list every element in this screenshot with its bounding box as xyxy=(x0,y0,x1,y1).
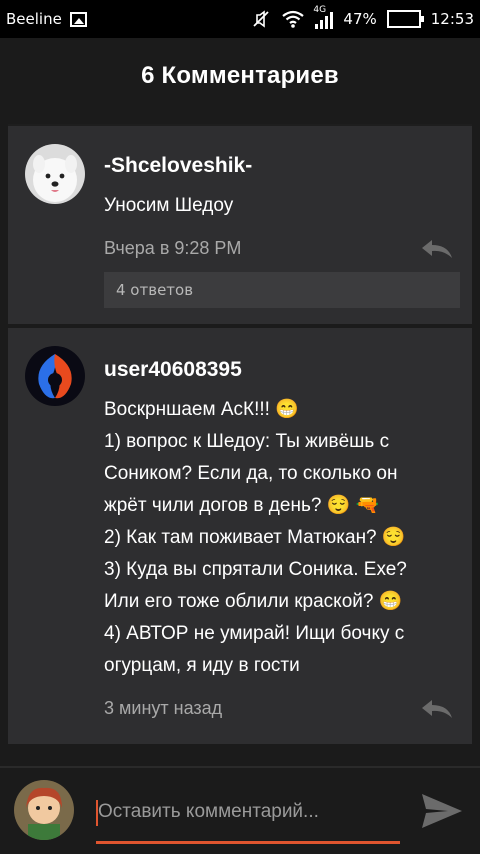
text-cursor xyxy=(96,800,98,826)
replies-button[interactable]: 4 ответов xyxy=(104,272,460,308)
comment-line: Соником? Если да, то сколько он xyxy=(104,463,398,484)
avatar[interactable] xyxy=(25,144,85,204)
comment-line: жрёт чили догов в день? 😌 🔫 xyxy=(104,495,380,516)
reply-icon[interactable] xyxy=(420,238,454,260)
comment-author[interactable]: -Shceloveshik- xyxy=(104,154,252,178)
comment-timestamp: 3 минут назад xyxy=(104,698,223,718)
comment-line: 3) Куда вы спрятали Соника. Ехе? xyxy=(104,559,407,580)
status-bar: Beeline 4G 47% 12:53 xyxy=(0,0,480,38)
battery-icon xyxy=(386,10,424,28)
header: 6 Комментариев xyxy=(0,38,480,114)
comment-line: 2) Как там поживает Матюкан? 😌 xyxy=(104,527,406,548)
network-type: 4G xyxy=(313,5,327,15)
clock: 12:53 xyxy=(430,10,474,28)
comment-item: -Shceloveshik- Уносим Шедоу Вчера в 9:28… xyxy=(8,124,472,324)
comment-line: 4) АВТОР не умирай! Ищи бочку с xyxy=(104,623,405,644)
comment-text: Уносим Шедоу xyxy=(104,190,233,222)
battery-percent: 47% xyxy=(343,10,377,28)
reply-icon[interactable] xyxy=(420,698,454,720)
send-icon[interactable] xyxy=(420,792,464,830)
comment-line: 1) вопрос к Шедоу: Ты живёшь с xyxy=(104,431,390,452)
page-title: 6 Комментариев xyxy=(141,62,339,89)
avatar[interactable] xyxy=(25,346,85,406)
comment-author[interactable]: user40608395 xyxy=(104,358,242,382)
current-user-avatar xyxy=(14,780,74,840)
comment-text: Воскрншаем АсК!!! 😁 1) вопрос к Шедоу: Т… xyxy=(104,394,464,682)
comment-line: Уносим Шедоу xyxy=(104,195,234,216)
gallery-notification-icon xyxy=(69,11,87,27)
comment-line: Или его тоже облили краской? 😁 xyxy=(104,591,403,612)
comment-item: user40608395 Воскрншаем АсК!!! 😁 1) вопр… xyxy=(8,328,472,744)
comment-list: -Shceloveshik- Уносим Шедоу Вчера в 9:28… xyxy=(8,124,472,744)
carrier-name: Beeline xyxy=(6,10,62,28)
comment-composer xyxy=(0,766,480,854)
comment-line: Воскрншаем АсК!!! 😁 xyxy=(104,399,299,420)
comment-line: огурцам, я иду в гости xyxy=(104,655,300,676)
signal-icon: 4G xyxy=(313,5,334,29)
wifi-icon xyxy=(282,10,305,28)
comment-input-wrapper xyxy=(96,790,400,844)
comment-timestamp: Вчера в 9:28 PM xyxy=(104,238,242,258)
comment-input[interactable] xyxy=(96,790,400,834)
mute-icon xyxy=(253,10,270,28)
